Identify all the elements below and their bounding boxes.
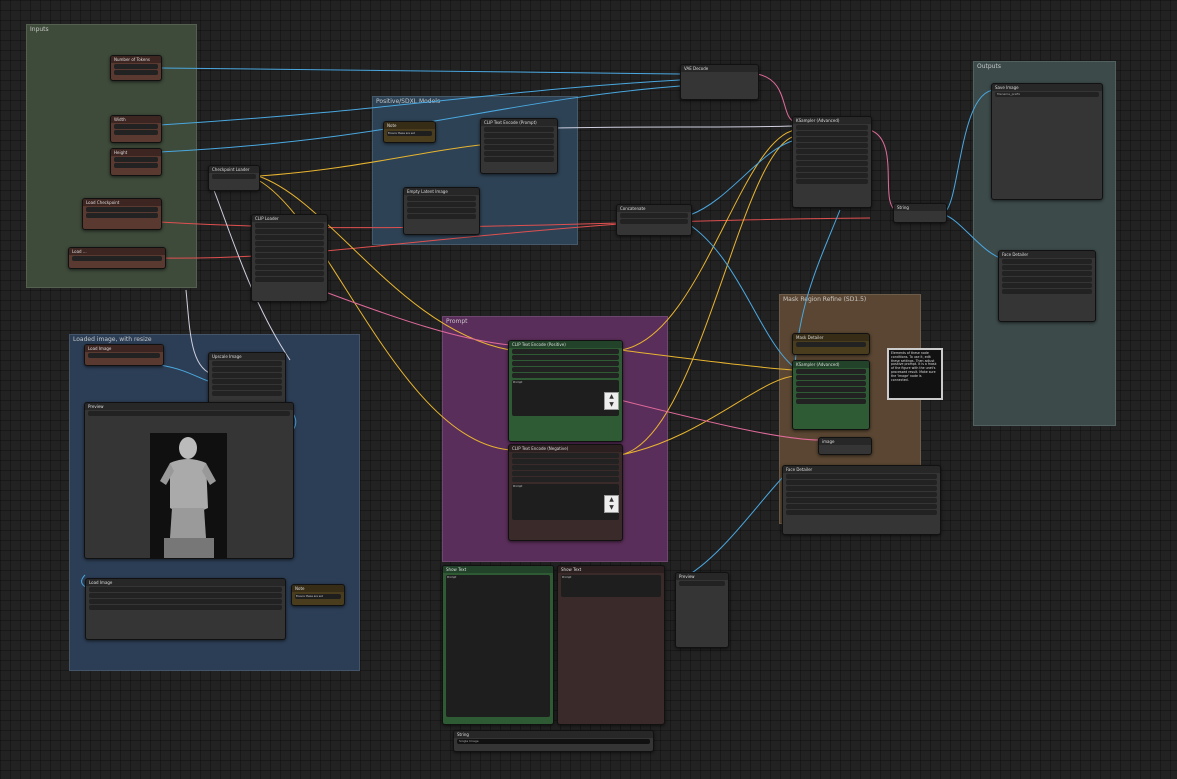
node-image-loader-2[interactable]: Load Image [85,578,286,640]
node-width[interactable]: Width [110,115,162,143]
node-clip-encoder[interactable]: CLIP Text Encode (Prompt) [480,118,558,174]
stepper-negative[interactable]: ▲ ▼ [604,495,619,513]
node-load-ckpt[interactable]: Load ... [68,247,166,269]
group-title: Positive/SDXL Models [376,98,441,105]
node-number-tokens[interactable]: Number of Tokens [110,55,162,81]
group-title: Inputs [30,26,49,33]
node-note-1[interactable]: Note Ensure these are set [383,121,436,143]
node-ksampler[interactable]: KSampler (Advanced) [792,116,872,208]
node-concat[interactable]: Concatenate [616,204,692,236]
group-title: Outputs [977,63,1001,70]
node-height[interactable]: Height [110,148,162,176]
node-empty-latent[interactable]: Empty Latent Image [403,187,480,235]
node-string[interactable]: String Single Image [453,730,654,752]
node-save-image[interactable]: Save Image filename_prefix [991,83,1103,200]
node-search-prompt[interactable]: Load Checkpoint [82,198,162,230]
node-load-image[interactable]: Load Image [84,344,164,366]
node-negative-encode[interactable]: CLIP Text Encode (Negative) Prompt [508,444,623,541]
node-image-detail[interactable]: Face Detailer [998,250,1096,322]
node-show-text-2[interactable]: Show Text Prompt [557,565,665,725]
statue-image [150,433,227,558]
node-face-detailer[interactable]: Face Detailer [782,465,941,535]
node-black-note[interactable]: Elements of these node conditions. To us… [887,348,943,400]
node-image-label[interactable]: image [818,437,872,455]
node-checkpoint-loader[interactable]: Checkpoint Loader [208,165,260,191]
node-note-2[interactable]: Note Ensure these are set [291,584,345,606]
node-positive-encode[interactable]: CLIP Text Encode (Positive) Prompt [508,340,623,442]
node-graph-canvas[interactable]: Inputs Positive/SDXL Models Outputs Load… [0,0,1177,779]
stepper-positive[interactable]: ▲ ▼ [604,392,619,410]
node-clip-loader[interactable]: CLIP Loader [251,214,328,302]
group-title: Prompt [446,318,468,325]
node-preview-bottom[interactable]: Preview [675,572,729,648]
node-vae-decode[interactable]: VAE Decode [680,64,759,100]
node-mask-sampler[interactable]: KSampler (Advanced) [792,360,870,430]
negative-text[interactable]: Prompt [512,484,619,520]
node-mask-detail[interactable]: Mask Detailer [792,333,870,355]
statue-figure [150,433,227,558]
positive-text[interactable]: Prompt [512,380,619,416]
node-show-text-1[interactable]: Show Text Prompt [442,565,554,725]
node-preview-image[interactable]: Preview [84,402,294,559]
group-title: Mask Region Refine (SD1.5) [783,296,867,303]
group-title: Loaded image, with resize [73,336,152,343]
node-reroute[interactable]: String [893,203,947,223]
